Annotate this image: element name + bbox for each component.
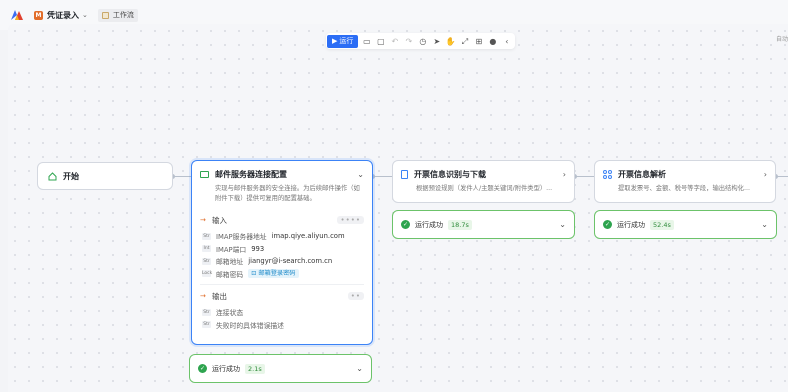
collapse-icon[interactable]: ‹ xyxy=(501,36,512,47)
parse-status-bar[interactable]: ✓ 运行成功 52.4s ⌄ xyxy=(594,210,777,239)
status-time: 2.1s xyxy=(245,363,265,374)
auto-save-label: 自动 xyxy=(775,36,788,43)
play-icon: ▶ xyxy=(332,37,338,45)
start-node[interactable]: 开始 xyxy=(37,162,173,190)
status-time: 52.4s xyxy=(650,219,674,230)
mail-node-desc: 实现与邮件服务器的安全连接。为后续邮件操作（如附件下载）提供可复用的配置基础。 xyxy=(215,185,360,202)
pointer-icon[interactable]: ➤ xyxy=(431,36,442,47)
output-section-label: 输出 xyxy=(212,291,227,301)
param-name: IMAP服务器地址 xyxy=(216,233,267,242)
lock-icon: Lock xyxy=(202,270,213,278)
status-time: 18.7s xyxy=(448,219,472,230)
app-logo-icon[interactable] xyxy=(10,8,24,22)
run-button[interactable]: ▶ 运行 xyxy=(327,34,359,48)
invoice-download-node[interactable]: 开票信息识别与下载 › 根据预设规则（发件人/主题关键词/附件类型）... xyxy=(392,160,575,203)
output-arrow-icon: → xyxy=(200,292,206,300)
type-icon: Str xyxy=(202,308,211,316)
password-ref-label: 邮箱登录密码 xyxy=(258,270,296,278)
more-icon[interactable]: •• xyxy=(347,292,364,300)
mail-icon xyxy=(200,171,209,178)
settings-icon[interactable]: ● xyxy=(487,36,498,47)
app-badge-icon: M xyxy=(34,10,43,20)
mail-config-node[interactable]: 邮件服务器连接配置 ⌄ 实现与邮件服务器的安全连接。为后续邮件操作（如附件下载）… xyxy=(191,160,373,345)
invoice-parse-title: 开票信息解析 xyxy=(618,170,666,179)
chevron-right-icon[interactable]: › xyxy=(764,170,767,179)
param-name: IMAP端口 xyxy=(216,245,247,254)
download-status-bar[interactable]: ✓ 运行成功 18.7s ⌄ xyxy=(392,210,575,239)
mail-status-bar[interactable]: ✓ 运行成功 2.1s ⌄ xyxy=(189,354,372,383)
type-icon: Str xyxy=(202,232,211,240)
workflow-canvas[interactable] xyxy=(8,24,788,392)
edge-download-parse xyxy=(575,176,595,177)
layout-icon[interactable]: ⊞ xyxy=(473,36,484,47)
hand-icon[interactable]: ✋ xyxy=(445,36,456,47)
document-icon xyxy=(401,170,408,179)
param-name: 失败时的具体错误描述 xyxy=(216,321,284,330)
type-icon: Int xyxy=(202,245,211,253)
chevron-down-icon[interactable]: ⌄ xyxy=(357,170,364,179)
check-icon: ✓ xyxy=(401,220,410,229)
check-icon: ✓ xyxy=(198,364,207,373)
param-name: 连接状态 xyxy=(216,309,244,318)
status-text: 运行成功 xyxy=(415,220,443,229)
password-ref-pill[interactable]: ⊡ 邮箱登录密码 xyxy=(248,269,299,279)
input-section-label: 输入 xyxy=(212,215,227,225)
parse-grid-icon xyxy=(603,170,612,179)
param-row: Str IMAP服务器地址 imap.qiye.aliyun.com xyxy=(192,230,372,243)
edge-mail-download xyxy=(373,176,393,177)
invoice-parse-desc: 提取发票号、金额、税号等字段，输出结构化... xyxy=(618,185,750,192)
input-arrow-icon: → xyxy=(200,216,206,224)
invoice-download-desc: 根据预设规则（发件人/主题关键词/附件类型）... xyxy=(416,185,553,192)
tab-workflow-label: 工作流 xyxy=(112,11,134,19)
workflow-icon xyxy=(101,11,109,19)
chevron-down-icon[interactable]: ⌄ xyxy=(356,364,363,373)
param-row: Int IMAP端口 993 xyxy=(192,243,372,256)
chevron-down-icon[interactable]: ⌄ xyxy=(559,220,566,229)
param-row: Str 失败时的具体错误描述 xyxy=(192,319,372,332)
undo-icon[interactable]: ↶ xyxy=(389,36,400,47)
history-icon[interactable]: ◷ xyxy=(417,36,428,47)
redo-icon[interactable]: ↷ xyxy=(403,36,414,47)
app-title[interactable]: 凭证录入 xyxy=(47,10,79,21)
chevron-down-icon[interactable]: ⌄ xyxy=(761,220,768,229)
status-text: 运行成功 xyxy=(617,220,645,229)
fit-view-icon[interactable]: ⤢ xyxy=(459,36,470,47)
chevron-down-icon[interactable]: ⌄ xyxy=(82,11,88,19)
param-value: jiangyr@i-search.com.cn xyxy=(248,257,333,266)
note-icon[interactable]: ▢ xyxy=(375,36,386,47)
chevron-right-icon[interactable]: › xyxy=(563,170,566,179)
home-icon xyxy=(48,171,57,180)
status-text: 运行成功 xyxy=(212,364,240,373)
output-section-header[interactable]: → 输出 •• xyxy=(192,289,372,303)
param-row: Str 邮箱地址 jiangyr@i-search.com.cn xyxy=(192,255,372,268)
tab-workflow[interactable]: 工作流 xyxy=(97,8,138,22)
invoice-parse-node[interactable]: 开票信息解析 › 提取发票号、金额、税号等字段，输出结构化... xyxy=(594,160,776,203)
check-icon: ✓ xyxy=(603,220,612,229)
run-button-label: 运行 xyxy=(339,37,354,45)
image-icon[interactable]: ▭ xyxy=(361,36,372,47)
divider xyxy=(200,284,364,285)
param-value: imap.qiye.aliyun.com xyxy=(271,232,345,241)
invoice-download-title: 开票信息识别与下载 xyxy=(414,170,486,179)
type-icon: Str xyxy=(202,257,211,265)
param-row: Str 连接状态 xyxy=(192,306,372,319)
param-row: Lock 邮箱密码 ⊡ 邮箱登录密码 xyxy=(192,268,372,281)
param-name: 邮箱地址 xyxy=(216,258,244,267)
type-icon: Str xyxy=(202,321,211,329)
start-node-title: 开始 xyxy=(63,171,79,181)
param-value: 993 xyxy=(251,244,265,253)
lock-icon: ⊡ xyxy=(251,270,257,278)
mail-node-title: 邮件服务器连接配置 xyxy=(215,170,287,179)
more-icon[interactable]: •••• xyxy=(337,216,364,224)
input-section-header[interactable]: → 输入 •••• xyxy=(192,213,372,227)
param-name: 邮箱密码 xyxy=(216,270,244,279)
canvas-toolbar: ▶ 运行 ▭ ▢ ↶ ↷ ◷ ➤ ✋ ⤢ ⊞ ● ‹ xyxy=(326,33,516,49)
edge-start-mail xyxy=(173,176,192,177)
